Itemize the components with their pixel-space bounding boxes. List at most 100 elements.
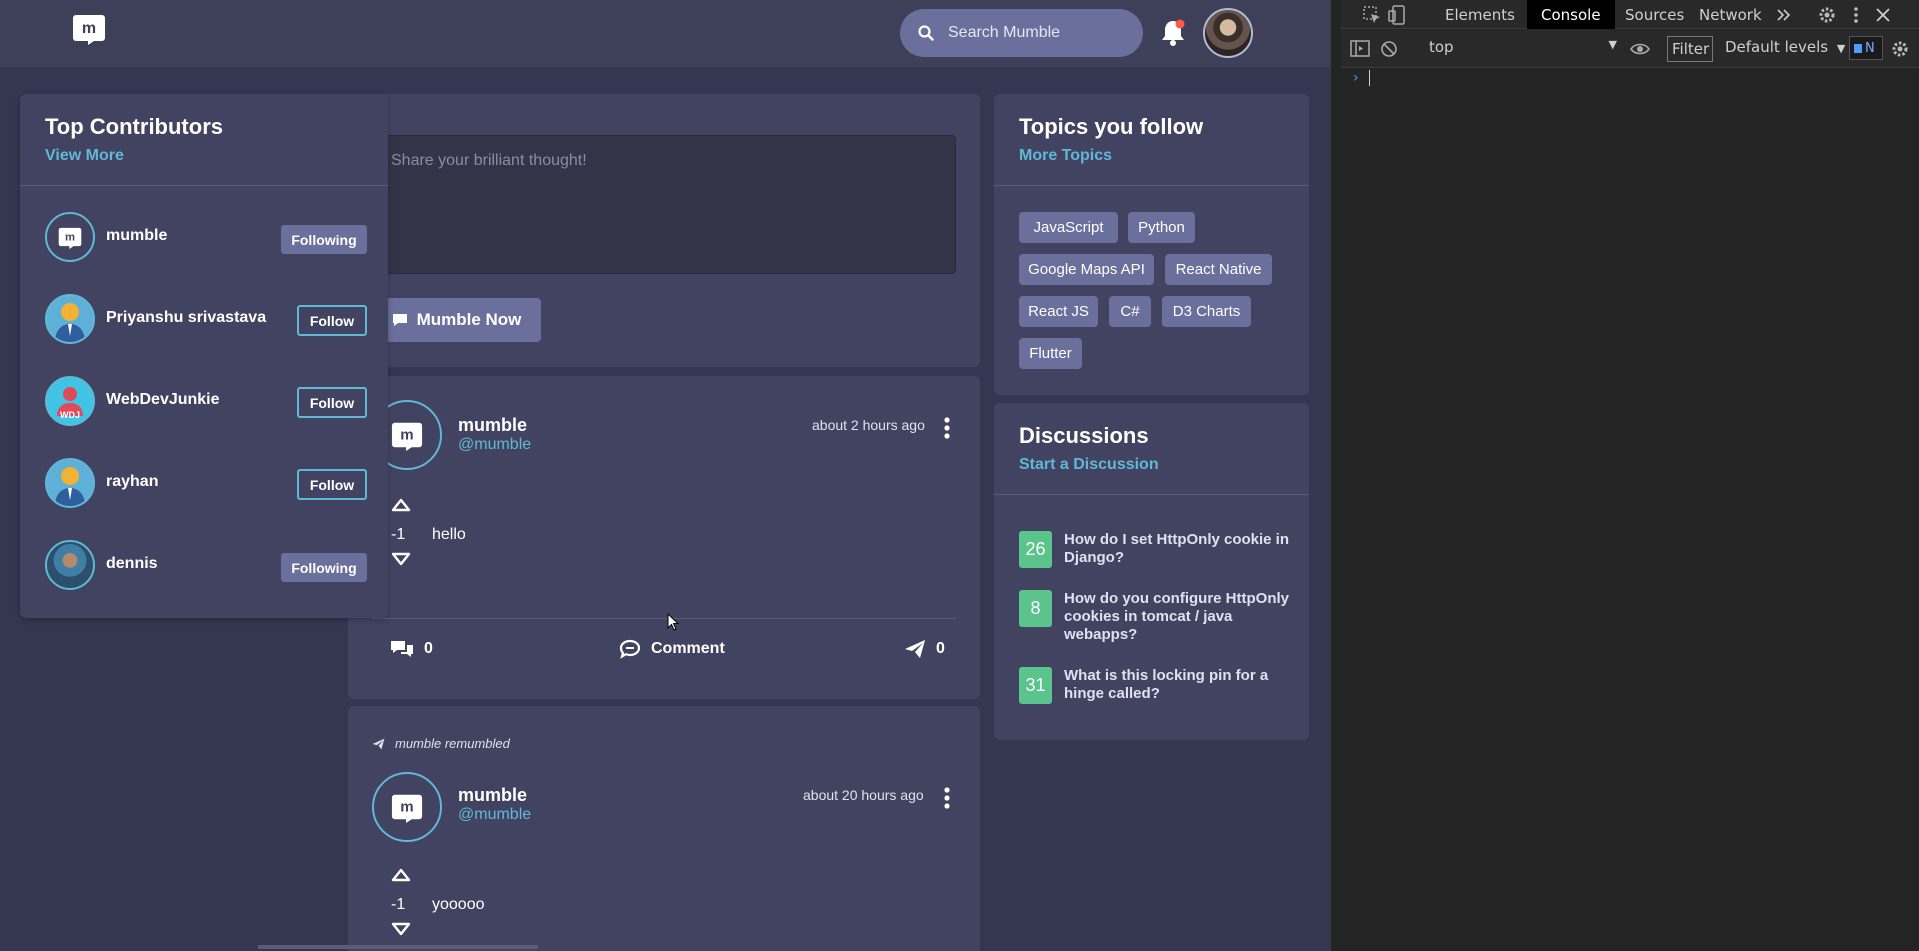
contributor-avatar[interactable]: [45, 540, 95, 590]
more-tabs-chevron-icon[interactable]: [1773, 4, 1795, 26]
more-options-icon[interactable]: [944, 787, 950, 809]
search-bar[interactable]: Search Mumble: [900, 9, 1143, 57]
default-person-avatar-icon: [55, 467, 85, 506]
discussions-card: Discussions Start a Discussion 26 How do…: [994, 403, 1309, 740]
settings-gear-icon[interactable]: [1816, 4, 1838, 26]
topic-tag[interactable]: Google Maps API: [1019, 254, 1154, 285]
topics-title: Topics you follow: [1019, 114, 1204, 139]
topic-tag[interactable]: React Native: [1165, 254, 1272, 285]
context-label: top: [1429, 38, 1454, 56]
tab-sources[interactable]: Sources: [1625, 0, 1684, 29]
devtools-tab-bar: Elements Console Sources Network: [1341, 0, 1919, 29]
contributor-name[interactable]: Priyanshu srivastava: [106, 309, 266, 327]
downvote-icon[interactable]: [391, 552, 411, 566]
more-topics-link[interactable]: More Topics: [1019, 147, 1112, 165]
mumble-now-button[interactable]: Mumble Now: [372, 298, 541, 342]
post-card: m mumble @mumble about 2 hours ago -1 he…: [348, 376, 980, 699]
following-button[interactable]: Following: [281, 553, 367, 582]
post-author-handle[interactable]: @mumble: [458, 806, 531, 824]
topic-tag[interactable]: React JS: [1019, 296, 1098, 327]
topic-tag[interactable]: JavaScript: [1019, 212, 1118, 243]
share-paper-plane-icon: [905, 640, 925, 658]
topic-tag[interactable]: C#: [1109, 296, 1151, 327]
svg-text:m: m: [82, 20, 96, 37]
clear-console-icon[interactable]: [1378, 38, 1400, 60]
topic-tag[interactable]: Python: [1128, 212, 1195, 243]
post-text: hello: [432, 526, 466, 543]
post-timestamp: about 20 hours ago: [803, 787, 924, 803]
user-avatar[interactable]: [1203, 8, 1253, 58]
post-author-handle[interactable]: @mumble: [458, 436, 531, 454]
start-discussion-link[interactable]: Start a Discussion: [1019, 456, 1159, 474]
contributor-name[interactable]: WebDevJunkie: [106, 391, 220, 409]
discussion-title[interactable]: How do you configure HttpOnly cookies in…: [1064, 590, 1294, 644]
tab-elements[interactable]: Elements: [1445, 0, 1515, 29]
svg-text:m: m: [400, 427, 413, 444]
contributor-avatar[interactable]: WDJ: [45, 376, 95, 426]
contributor-item: Priyanshu srivastava Follow: [45, 294, 367, 346]
compose-placeholder: Share your brilliant thought!: [391, 152, 587, 169]
context-selector[interactable]: top ▼: [1429, 38, 1617, 60]
topic-tag[interactable]: D3 Charts: [1162, 296, 1251, 327]
tab-network[interactable]: Network: [1699, 0, 1762, 29]
tab-console[interactable]: Console: [1527, 0, 1615, 29]
notification-bell-icon[interactable]: [1160, 18, 1186, 46]
view-more-link[interactable]: View More: [45, 147, 124, 165]
contributor-avatar[interactable]: [45, 294, 95, 344]
mumble-avatar-icon: m: [391, 794, 423, 823]
contributor-avatar[interactable]: m: [45, 212, 95, 262]
post-card: mumble remumbled m mumble @mumble about …: [348, 706, 980, 951]
contributor-item: WDJ WebDevJunkie Follow: [45, 376, 367, 428]
search-icon: [918, 25, 934, 41]
follow-button[interactable]: Follow: [297, 387, 367, 418]
contributors-title: Top Contributors: [45, 114, 223, 139]
share-paper-plane-icon: [372, 738, 385, 749]
webdevjunkie-avatar-icon: WDJ: [57, 387, 83, 420]
upvote-icon[interactable]: [391, 868, 411, 882]
close-icon[interactable]: [1872, 4, 1894, 26]
sidebar-toggle-icon[interactable]: [1349, 38, 1371, 60]
more-options-icon[interactable]: [944, 417, 950, 439]
search-input[interactable]: Search Mumble: [948, 24, 1060, 42]
downvote-icon[interactable]: [391, 922, 411, 936]
upvote-icon[interactable]: [391, 498, 411, 512]
post-timestamp: about 2 hours ago: [812, 417, 925, 433]
comments-count: 0: [424, 640, 433, 657]
follow-button[interactable]: Follow: [297, 305, 367, 336]
inspect-element-icon[interactable]: [1361, 4, 1383, 26]
log-levels-dropdown[interactable]: Default levels ▼: [1725, 38, 1845, 56]
following-button[interactable]: Following: [281, 225, 367, 254]
svg-text:m: m: [400, 799, 413, 816]
contributor-name[interactable]: mumble: [106, 227, 167, 245]
live-expression-eye-icon[interactable]: [1629, 38, 1651, 60]
discussion-title[interactable]: How do I set HttpOnly cookie in Django?: [1064, 531, 1294, 567]
post-author-name[interactable]: mumble: [458, 785, 527, 806]
more-options-icon[interactable]: [1845, 4, 1867, 26]
contributor-name[interactable]: dennis: [106, 555, 158, 573]
post-author-avatar[interactable]: m: [372, 772, 442, 842]
topic-tag[interactable]: Flutter: [1019, 338, 1082, 369]
follow-button[interactable]: Follow: [297, 469, 367, 500]
message-icon: [392, 314, 407, 326]
post-author-name[interactable]: mumble: [458, 415, 527, 436]
comments-count-button[interactable]: 0: [390, 639, 433, 659]
discussion-count-badge: 31: [1019, 667, 1052, 704]
contributor-avatar[interactable]: [45, 458, 95, 508]
log-levels-label: Default levels: [1725, 38, 1829, 56]
mumble-logo-icon[interactable]: m: [72, 11, 106, 45]
horizontal-scrollbar[interactable]: [258, 945, 538, 949]
comment-button[interactable]: Comment: [619, 639, 725, 659]
default-person-avatar-icon: [55, 303, 85, 342]
console-settings-gear-icon[interactable]: [1889, 38, 1911, 60]
device-toolbar-icon[interactable]: [1387, 4, 1409, 26]
issues-counter[interactable]: N: [1849, 36, 1883, 60]
contributor-name[interactable]: rayhan: [106, 473, 158, 491]
share-button[interactable]: 0: [904, 639, 945, 659]
topics-card: Topics you follow More Topics JavaScript…: [994, 94, 1309, 395]
mouse-cursor-icon: [667, 613, 679, 631]
contributor-item: rayhan Follow: [45, 458, 367, 510]
console-filter-input[interactable]: Filter: [1667, 36, 1713, 62]
discussion-title[interactable]: What is this locking pin for a hinge cal…: [1064, 667, 1294, 703]
compose-textarea[interactable]: Share your brilliant thought!: [376, 135, 956, 274]
console-input[interactable]: [1369, 70, 1370, 86]
